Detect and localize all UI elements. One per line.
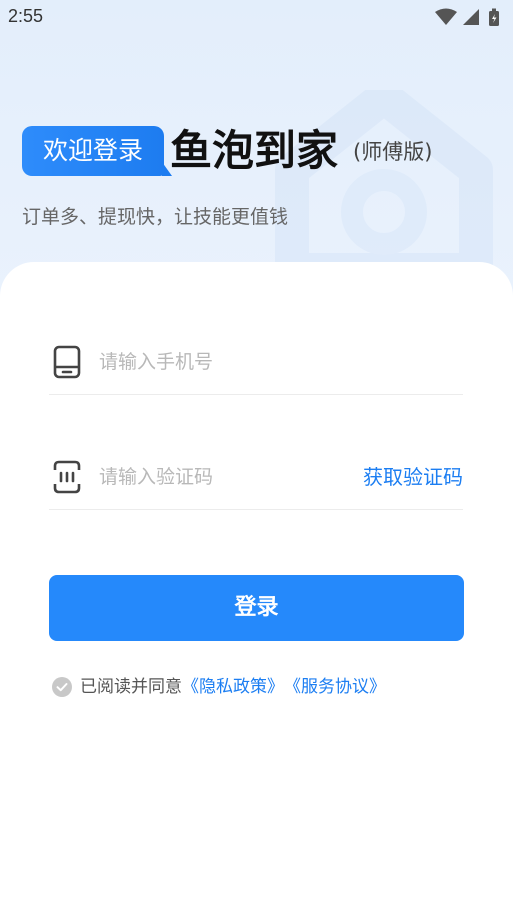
app-edition: (师傅版) bbox=[353, 140, 433, 164]
slogan: 订单多、提现快，让技能更值钱 bbox=[22, 206, 289, 228]
agreement-row: 已阅读并同意 《隐私政策》 《服务协议》 bbox=[52, 676, 386, 698]
phone-field bbox=[49, 325, 463, 395]
phone-input[interactable] bbox=[99, 347, 349, 377]
code-input[interactable] bbox=[99, 462, 349, 492]
status-icons bbox=[435, 8, 499, 26]
status-bar: 2:55 bbox=[0, 0, 513, 34]
agreement-checkbox-icon[interactable] bbox=[52, 677, 72, 697]
app-title: 鱼泡到家 bbox=[170, 126, 339, 175]
background-house-icon bbox=[275, 90, 493, 270]
welcome-badge: 欢迎登录 bbox=[22, 126, 172, 176]
battery-icon bbox=[489, 8, 499, 26]
code-field: 获取验证码 bbox=[49, 440, 463, 510]
sms-code-icon bbox=[53, 460, 81, 494]
status-time: 2:55 bbox=[8, 6, 44, 26]
login-button[interactable]: 登录 bbox=[49, 575, 464, 641]
service-agreement-link[interactable]: 《服务协议》 bbox=[284, 676, 386, 698]
signal-icon bbox=[463, 9, 479, 25]
get-code-button[interactable]: 获取验证码 bbox=[363, 462, 463, 492]
phone-icon bbox=[53, 345, 81, 379]
wifi-icon bbox=[435, 8, 457, 25]
agreement-text: 已阅读并同意 bbox=[80, 677, 182, 697]
privacy-policy-link[interactable]: 《隐私政策》 bbox=[182, 676, 284, 698]
